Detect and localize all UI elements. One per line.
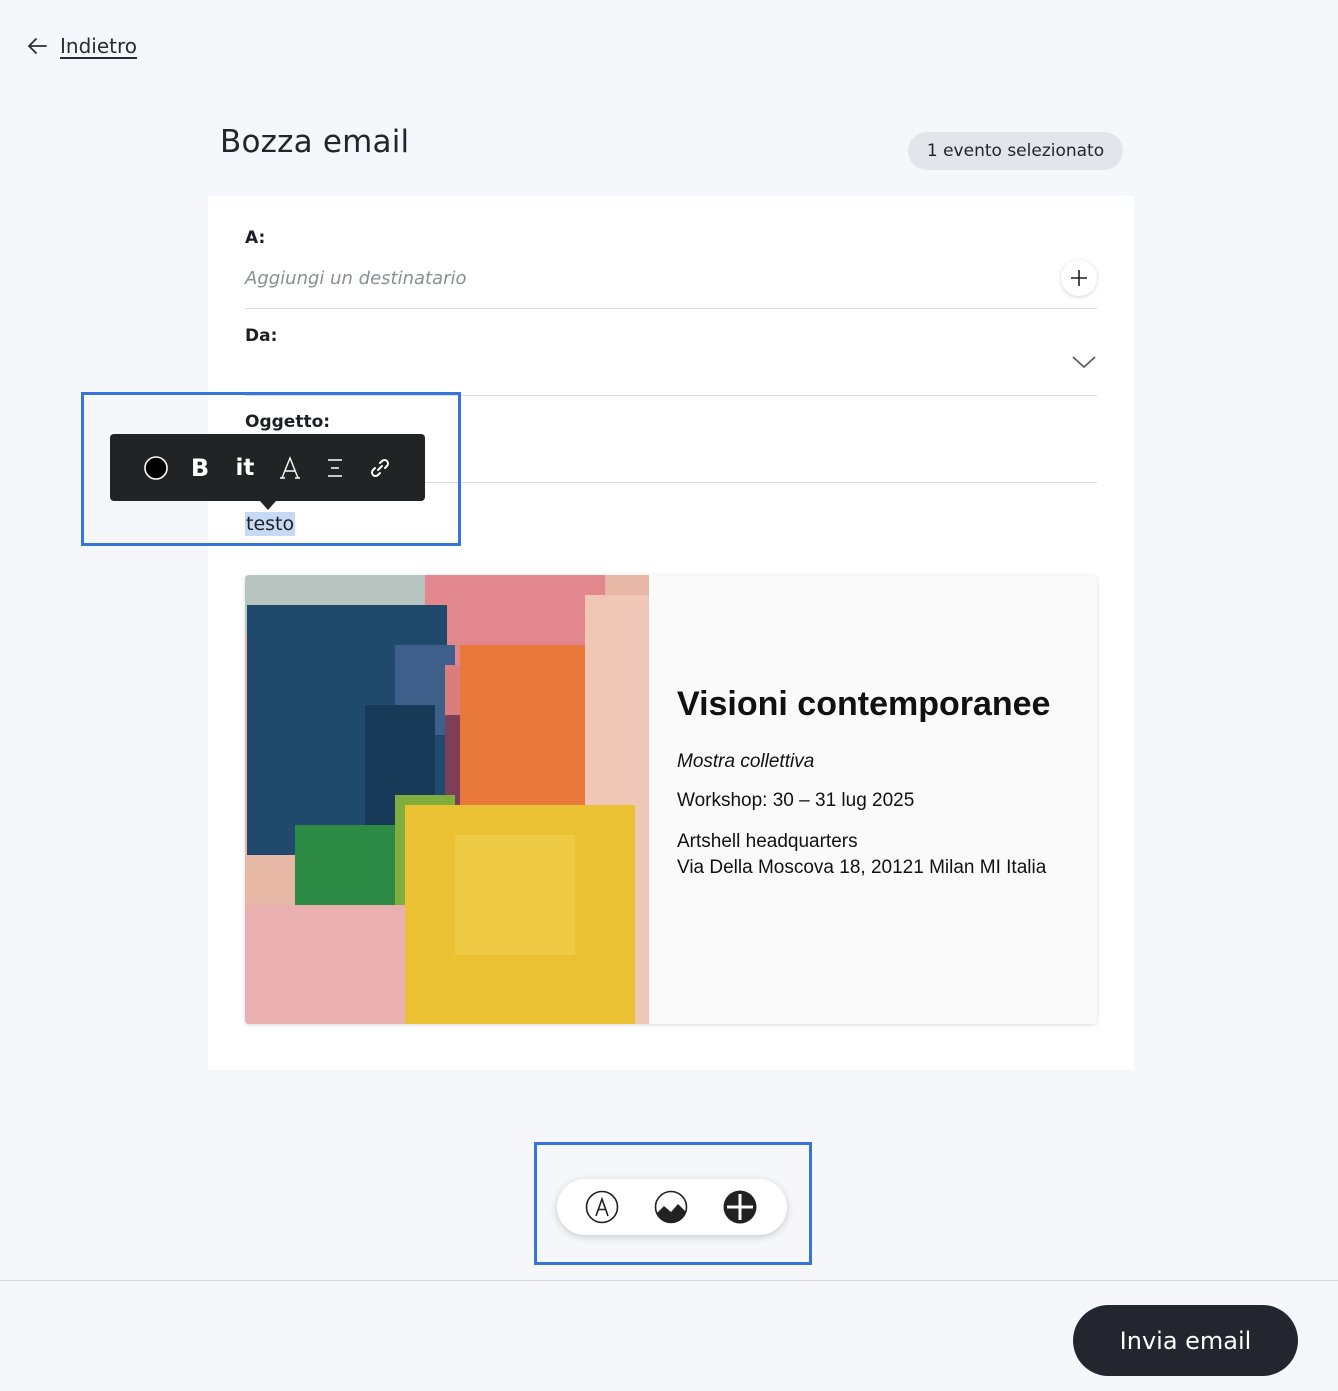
font-icon[interactable] [276,454,304,482]
selected-events-badge: 1 evento selezionato [908,132,1123,170]
to-field[interactable]: A: Aggiungi un destinatario [245,196,1097,309]
from-label: Da: [245,326,278,346]
email-draft-card: A: Aggiungi un destinatario Da: Oggetto:… [208,196,1134,1070]
send-email-button[interactable]: Invia email [1073,1305,1298,1376]
add-recipient-button[interactable] [1061,260,1097,296]
from-field[interactable]: Da: [245,308,1097,396]
body-text-selected[interactable]: testo [245,512,296,536]
color-circle-icon[interactable] [142,454,170,482]
bold-icon[interactable]: B [186,454,214,482]
event-title: Visioni contemporanee [677,685,1051,723]
page-title: Bozza email [220,124,410,160]
back-label: Indietro [60,34,137,58]
event-dates: Workshop: 30 – 31 lug 2025 [677,790,915,811]
event-details: Visioni contemporanee Mostra collettiva … [677,683,1077,881]
italic-icon[interactable]: it [231,454,259,482]
chevron-down-icon[interactable] [1071,352,1097,372]
link-icon[interactable] [366,454,394,482]
arrow-left-icon [28,38,47,54]
subject-label: Oggetto: [245,412,331,432]
add-block-toolbar [557,1179,787,1235]
event-preview-card[interactable]: Visioni contemporanee Mostra collettiva … [245,575,1097,1024]
event-artwork-image [245,575,649,1024]
align-icon[interactable] [321,454,349,482]
plus-icon [1071,270,1087,286]
event-address: Via Della Moscova 18, 20121 Milan MI Ita… [677,857,1047,878]
recipient-input[interactable]: Aggiungi un destinatario [245,268,467,289]
image-block-icon[interactable] [654,1190,688,1224]
text-block-icon[interactable] [585,1190,619,1224]
event-type: Mostra collettiva [677,751,815,772]
event-venue: Artshell headquarters [677,831,858,852]
add-block-icon[interactable] [723,1190,757,1224]
to-label: A: [245,228,266,248]
text-format-toolbar: B it [110,434,425,510]
back-link[interactable]: Indietro [26,30,137,62]
